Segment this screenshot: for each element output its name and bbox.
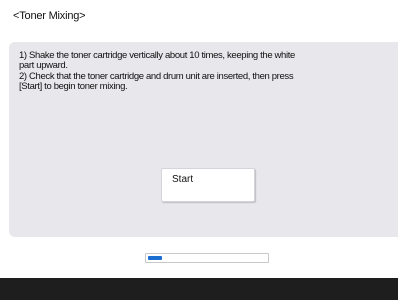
start-button[interactable]: Start [161, 168, 255, 202]
progress-bar [145, 253, 269, 263]
toner-mixing-screen: <Toner Mixing> 1) Shake the toner cartri… [0, 0, 398, 300]
instructions-text: 1) Shake the toner cartridge vertically … [19, 50, 389, 93]
bottom-status-bar [0, 278, 398, 300]
progress-bar-fill [148, 256, 162, 260]
page-title: <Toner Mixing> [13, 10, 86, 22]
instruction-step-1-line-1: 1) Shake the toner cartridge vertically … [19, 50, 295, 61]
instruction-panel: 1) Shake the toner cartridge vertically … [9, 42, 398, 237]
start-button-label: Start [172, 174, 194, 185]
instruction-step-2-line-2: [Start] to begin toner mixing. [19, 81, 128, 93]
